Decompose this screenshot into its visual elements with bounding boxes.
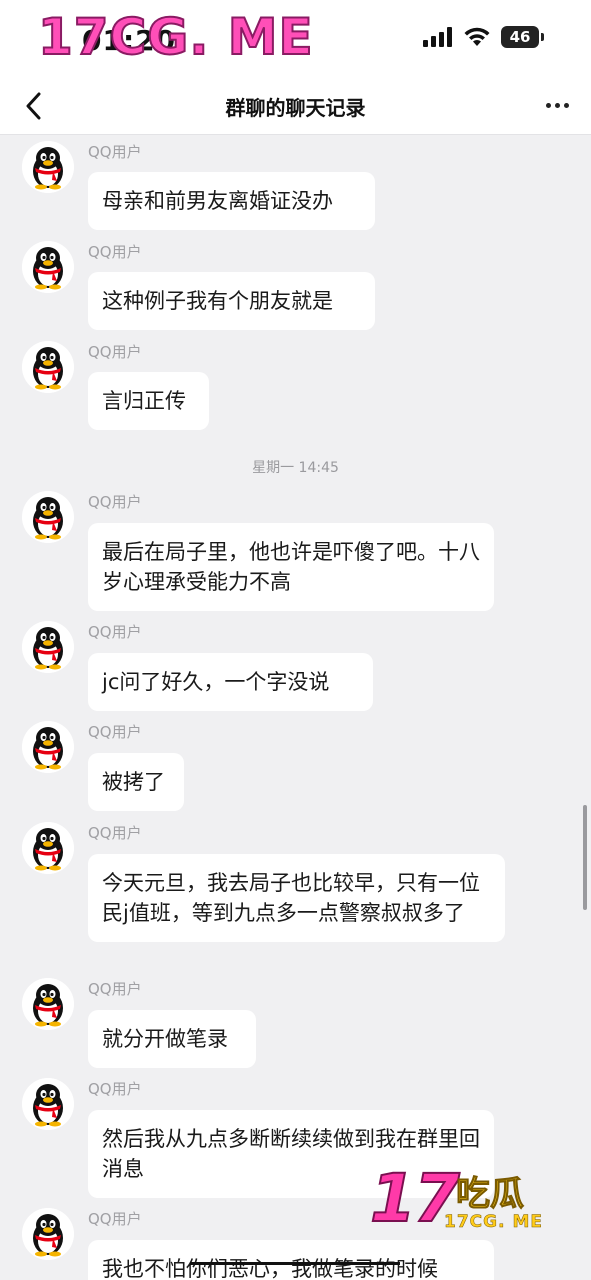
watermark-logo-bottom: 17 吃瓜 17CG. ME: [369, 1159, 570, 1240]
battery-level: 46: [509, 28, 531, 46]
status-icons: 46: [423, 26, 544, 48]
status-bar: 01:20 46 17CG. ME: [0, 0, 591, 76]
redaction-line: [190, 1262, 400, 1265]
avatar[interactable]: [22, 141, 74, 193]
nav-bar: 群聊的聊天记录: [0, 76, 591, 135]
sender-name: QQ用户: [88, 1080, 142, 1098]
sender-name: QQ用户: [88, 980, 142, 998]
more-button[interactable]: [537, 90, 577, 120]
sender-name: QQ用户: [88, 723, 142, 741]
avatar[interactable]: [22, 241, 74, 293]
page-title: 群聊的聊天记录: [225, 96, 366, 120]
message-bubble[interactable]: 母亲和前男友离婚证没办: [88, 172, 375, 230]
sender-name: QQ用户: [88, 343, 142, 361]
avatar[interactable]: [22, 341, 74, 393]
message-bubble[interactable]: 言归正传: [88, 372, 209, 430]
avatar[interactable]: [22, 491, 74, 543]
qq-penguin-avatar: [22, 978, 74, 1030]
message-bubble[interactable]: 被拷了: [88, 753, 184, 811]
message-bubble[interactable]: 就分开做笔录: [88, 1010, 256, 1068]
avatar[interactable]: [22, 1208, 74, 1260]
message-bubble[interactable]: 今天元旦，我去局子也比较早，只有一位民j值班，等到九点多一点警察叔叔多了: [88, 854, 505, 942]
watermark-url: 17CG. ME: [444, 1212, 543, 1233]
sender-name: QQ用户: [88, 143, 142, 161]
chat-history[interactable]: QQ用户 母亲和前男友离婚证没办 QQ用户 这种例子我有个朋友就是 QQ用户 言…: [0, 135, 591, 1280]
sender-name: QQ用户: [88, 493, 142, 511]
qq-penguin-avatar: [22, 822, 74, 874]
sender-name: QQ用户: [88, 243, 142, 261]
wifi-icon: [464, 27, 490, 46]
qq-penguin-avatar: [22, 1078, 74, 1130]
qq-penguin-avatar: [22, 721, 74, 773]
avatar[interactable]: [22, 621, 74, 673]
message-bubble[interactable]: 最后在局子里，他也许是吓傻了吧。十八岁心理承受能力不高: [88, 523, 494, 611]
more-dot: [554, 102, 560, 108]
battery-icon: 46: [501, 26, 544, 48]
message-bubble[interactable]: 我也不怕你们恶心，我做笔录的时候: [88, 1240, 494, 1280]
avatar[interactable]: [22, 822, 74, 874]
qq-penguin-avatar: [22, 141, 74, 193]
sender-name: QQ用户: [88, 623, 142, 641]
scrollbar[interactable]: [583, 805, 587, 910]
cellular-signal-icon: [423, 27, 452, 47]
time-divider: 星期一 14:45: [252, 460, 339, 476]
watermark-chinese: 吃瓜: [456, 1174, 525, 1215]
message-bubble[interactable]: jc问了好久，一个字没说: [88, 653, 373, 711]
qq-penguin-avatar: [22, 341, 74, 393]
sender-name: QQ用户: [88, 1210, 142, 1228]
qq-penguin-avatar: [22, 241, 74, 293]
avatar[interactable]: [22, 1078, 74, 1130]
avatar[interactable]: [22, 978, 74, 1030]
more-dot: [563, 102, 569, 108]
more-dots-icon: [545, 102, 551, 108]
message-bubble[interactable]: 这种例子我有个朋友就是: [88, 272, 375, 330]
sender-name: QQ用户: [88, 824, 142, 842]
qq-penguin-avatar: [22, 621, 74, 673]
watermark-logo: 17CG. ME: [37, 7, 314, 67]
qq-penguin-avatar: [22, 1208, 74, 1260]
avatar[interactable]: [22, 721, 74, 773]
qq-penguin-avatar: [22, 491, 74, 543]
